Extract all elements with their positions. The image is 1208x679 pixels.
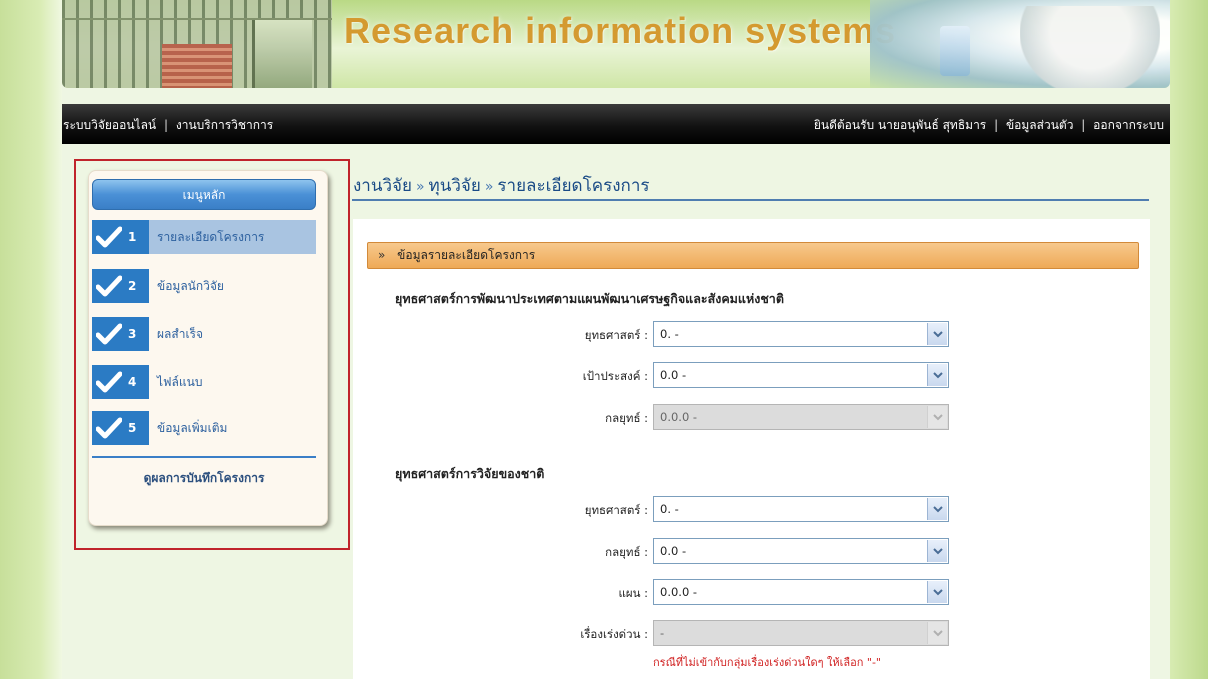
select-value: 0.0 -	[660, 544, 687, 558]
breadcrumb: งานวิจัย» ทุนวิจัย» รายละเอียดโครงการ	[353, 172, 650, 199]
building-photo	[62, 0, 332, 88]
top-nav-right: ยินดีต้อนรับ นายอนุพันธ์ สุทธิมาร | ข้อม…	[814, 116, 1164, 135]
field-label: เรื่องเร่งด่วน :	[580, 627, 648, 641]
stairs-graphic	[162, 44, 232, 88]
select-value: 0. -	[660, 502, 679, 516]
urgent-topic-select-disabled: -	[653, 620, 949, 646]
field-label: ยุทธศาสตร์ :	[584, 328, 648, 342]
field-row: ยุทธศาสตร์ : 0. -	[353, 321, 1150, 349]
menu-number: 1	[128, 230, 137, 244]
scientist-graphic	[1020, 6, 1160, 88]
plan-select[interactable]: 0.0.0 -	[653, 579, 949, 605]
field-row: แผน : 0.0.0 -	[353, 579, 1150, 607]
sidebar-item-label: ข้อมูลนักวิจัย	[157, 278, 224, 293]
goal-select[interactable]: 0.0 -	[653, 362, 949, 388]
chevron-down-icon[interactable]	[927, 540, 947, 562]
main-content: » ข้อมูลรายละเอียดโครงการ ยุทธศาสตร์การพ…	[353, 219, 1150, 679]
nav-separator: |	[994, 118, 999, 132]
menu-number: 3	[128, 327, 137, 341]
menu-number: 5	[128, 421, 137, 435]
breadcrumb-separator: »	[415, 179, 425, 195]
field-label: กลยุทธ์ :	[605, 545, 648, 559]
section-header-label: ข้อมูลรายละเอียดโครงการ	[397, 248, 536, 262]
breadcrumb-current: รายละเอียดโครงการ	[497, 176, 650, 196]
sidebar-item-researcher-info[interactable]: 2 ข้อมูลนักวิจัย	[92, 269, 316, 303]
check-icon	[94, 222, 124, 252]
sidebar-item-label: ข้อมูลเพิ่มเติม	[157, 420, 228, 435]
breadcrumb-underline	[352, 199, 1149, 201]
menu-badge: 1	[92, 220, 149, 254]
sidebar: เมนูหลัก 1 รายละเอียดโครงการ 2 ข้อมูลนัก…	[88, 170, 328, 526]
tactic-select-disabled: 0.0.0 -	[653, 404, 949, 430]
nav-separator: |	[1081, 118, 1086, 132]
chevron-down-icon[interactable]	[927, 364, 947, 386]
chevron-down-icon[interactable]	[927, 581, 947, 603]
breadcrumb-separator: »	[484, 179, 494, 195]
chevron-down-icon	[927, 406, 947, 428]
sidebar-item-label: ไฟล์แนบ	[157, 374, 203, 389]
sidebar-item-project-details[interactable]: 1 รายละเอียดโครงการ	[92, 220, 316, 254]
sidebar-item-additional-info[interactable]: 5 ข้อมูลเพิ่มเติม	[92, 411, 316, 445]
sidebar-item-achievements[interactable]: 3 ผลสำเร็จ	[92, 317, 316, 351]
sidebar-item-label: รายละเอียดโครงการ	[157, 229, 265, 244]
chevron-down-icon[interactable]	[927, 323, 947, 345]
lab-photo	[870, 0, 1170, 88]
top-nav-left: ระบบวิจัยออนไลน์ | งานบริการวิชาการ	[63, 116, 273, 135]
menu-number: 2	[128, 279, 137, 293]
field-row: เป้าประสงค์ : 0.0 -	[353, 362, 1150, 390]
flask-graphic	[940, 26, 970, 76]
profile-link[interactable]: ข้อมูลส่วนตัว	[1006, 118, 1073, 132]
field-label: เป้าประสงค์ :	[582, 369, 648, 383]
banner-title: Research information systems	[344, 10, 897, 51]
sidebar-item-label: ผลสำเร็จ	[157, 326, 204, 341]
nav-separator: |	[163, 118, 169, 132]
group-title-national-development: ยุทธศาสตร์การพัฒนาประเทศตามแผนพัฒนาเศรษฐ…	[395, 291, 784, 306]
strategy-select[interactable]: 0. -	[653, 321, 949, 347]
field-label: แผน :	[618, 586, 648, 600]
sidebar-header: เมนูหลัก	[92, 179, 316, 210]
breadcrumb-grant[interactable]: ทุนวิจัย	[429, 176, 481, 196]
menu-badge: 3	[92, 317, 149, 351]
nav-academic-service[interactable]: งานบริการวิชาการ	[176, 118, 273, 132]
research-tactic-select[interactable]: 0.0 -	[653, 538, 949, 564]
field-row: เรื่องเร่งด่วน : -	[353, 620, 1150, 648]
check-icon	[94, 319, 124, 349]
sidebar-item-attachments[interactable]: 4 ไฟล์แนบ	[92, 365, 316, 399]
header-banner: Research information systems	[62, 0, 1170, 88]
nav-research-online[interactable]: ระบบวิจัยออนไลน์	[63, 118, 156, 132]
select-value: 0. -	[660, 327, 679, 341]
field-row: ยุทธศาสตร์ : 0. -	[353, 496, 1150, 524]
page: Research information systems ระบบวิจัยออ…	[62, 0, 1170, 679]
welcome-text: ยินดีต้อนรับ นายอนุพันธ์ สุทธิมาร	[813, 118, 987, 132]
field-row: กลยุทธ์ : 0.0 -	[353, 538, 1150, 566]
menu-badge: 4	[92, 365, 149, 399]
select-value: 0.0.0 -	[660, 585, 698, 599]
chevron-down-icon	[927, 622, 947, 644]
menu-number: 4	[128, 375, 137, 389]
select-value: 0.0.0 -	[660, 410, 698, 424]
menu-badge: 5	[92, 411, 149, 445]
field-label: ยุทธศาสตร์ :	[584, 503, 648, 517]
view-project-record-link[interactable]: ดูผลการบันทึกโครงการ	[92, 469, 316, 488]
logout-link[interactable]: ออกจากระบบ	[1093, 118, 1164, 132]
sidebar-divider	[92, 456, 316, 458]
check-icon	[94, 271, 124, 301]
urgent-topic-hint: กรณีที่ไม่เข้ากับกลุ่มเรื่องเร่งด่วนใดๆ …	[653, 656, 881, 669]
double-chevron-icon: »	[378, 248, 386, 262]
check-icon	[94, 413, 124, 443]
top-nav-bar: ระบบวิจัยออนไลน์ | งานบริการวิชาการ ยินด…	[62, 104, 1170, 144]
menu-badge: 2	[92, 269, 149, 303]
field-row: กลยุทธ์ : 0.0.0 -	[353, 404, 1150, 432]
chevron-down-icon[interactable]	[927, 498, 947, 520]
research-strategy-select[interactable]: 0. -	[653, 496, 949, 522]
check-icon	[94, 367, 124, 397]
section-header: » ข้อมูลรายละเอียดโครงการ	[367, 242, 1139, 269]
breadcrumb-research[interactable]: งานวิจัย	[353, 176, 412, 196]
field-label: กลยุทธ์ :	[605, 411, 648, 425]
select-value: 0.0 -	[660, 368, 687, 382]
select-value: -	[660, 626, 665, 640]
door-graphic	[252, 20, 312, 88]
group-title-national-research: ยุทธศาสตร์การวิจัยของชาติ	[395, 466, 545, 481]
